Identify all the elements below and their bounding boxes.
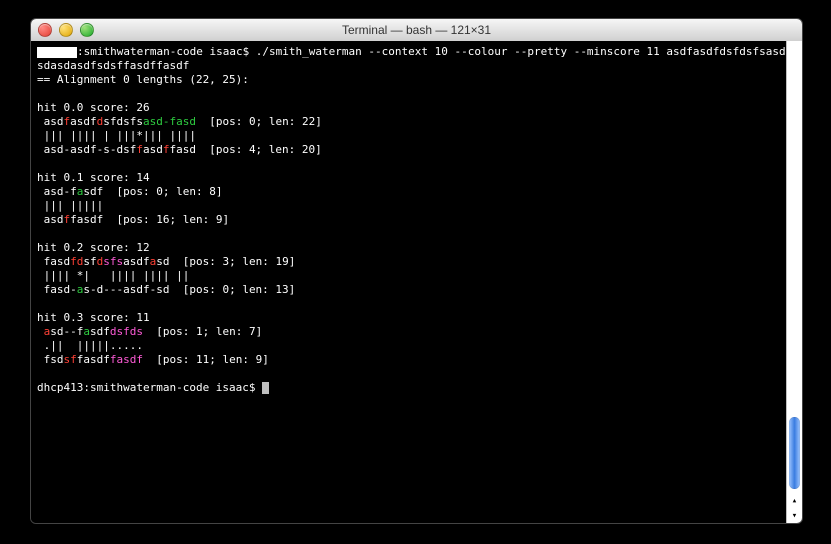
- titlebar[interactable]: Terminal — bash — 121×31: [31, 19, 802, 42]
- terminal-body[interactable]: :smithwaterman-code isaac$ ./smith_water…: [31, 41, 787, 523]
- window-title: Terminal — bash — 121×31: [31, 23, 802, 37]
- scrollbar[interactable]: ▴ ▾: [786, 41, 802, 523]
- scrollbar-thumb[interactable]: [789, 417, 800, 489]
- scroll-down-icon[interactable]: ▾: [787, 508, 802, 523]
- minimize-icon[interactable]: [59, 23, 73, 37]
- terminal-window: Terminal — bash — 121×31 :smithwaterman-…: [30, 18, 803, 524]
- zoom-icon[interactable]: [80, 23, 94, 37]
- cursor: [262, 382, 269, 394]
- redacted-host: [37, 47, 77, 58]
- scroll-up-icon[interactable]: ▴: [787, 493, 802, 508]
- close-icon[interactable]: [38, 23, 52, 37]
